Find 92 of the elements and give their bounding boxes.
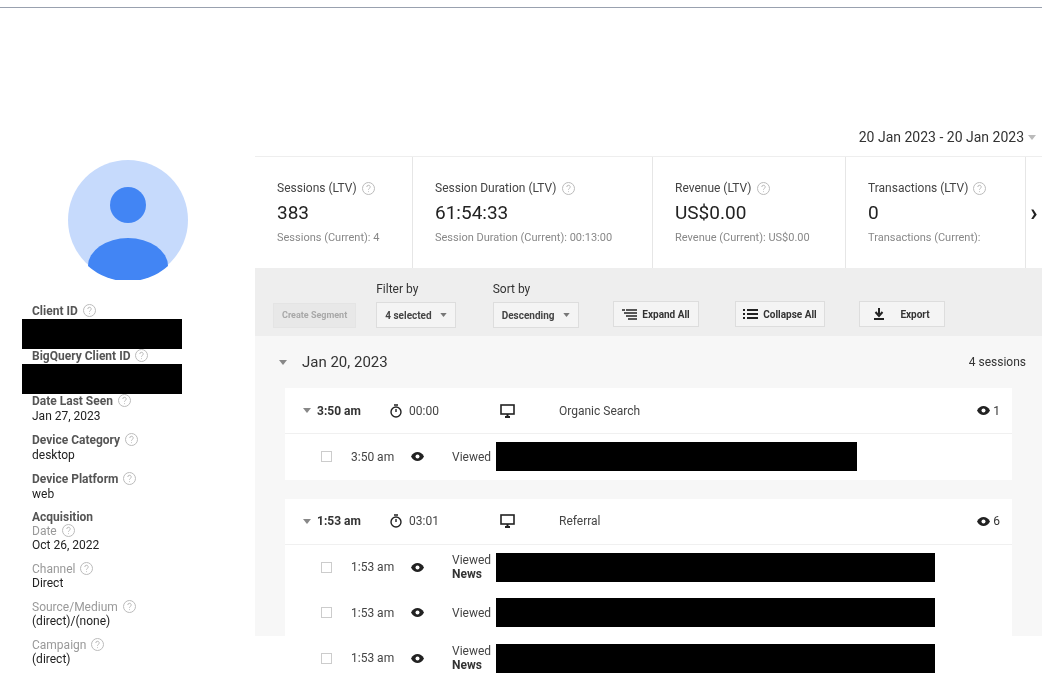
field-label: Device Category <box>32 433 121 447</box>
next-button[interactable]: › <box>1026 157 1042 268</box>
help-icon[interactable] <box>80 562 94 575</box>
help-icon[interactable] <box>122 600 136 613</box>
metric-subtitle: Transactions (Current): <box>868 230 982 246</box>
desktop-icon <box>500 403 515 418</box>
stopwatch-icon <box>390 514 402 528</box>
session-duration: 03:01 <box>409 513 440 530</box>
eye-icon <box>411 653 424 663</box>
sort-dropdown[interactable]: Descending <box>492 302 579 328</box>
checkbox[interactable] <box>321 561 332 573</box>
metric-subtitle: Sessions (Current): 4 <box>277 230 381 246</box>
avatar-icon <box>67 160 188 280</box>
session-channel: Referral <box>559 513 601 530</box>
field-value: (direct) <box>32 652 71 667</box>
metric-label: Revenue (LTV) <box>675 180 752 197</box>
help-icon[interactable] <box>61 524 75 537</box>
help-icon[interactable] <box>135 349 149 362</box>
field-label: Client ID <box>32 304 78 318</box>
view-count: 6 <box>993 513 1000 530</box>
hit-title: Viewed <box>452 449 493 464</box>
checkbox[interactable] <box>321 607 332 619</box>
help-icon[interactable] <box>561 181 575 195</box>
field-label: Date <box>32 524 57 538</box>
help-icon[interactable] <box>125 433 139 446</box>
field-label: Channel <box>32 562 76 576</box>
field-label: Acquisition <box>32 510 94 524</box>
metric-label: Sessions (LTV) <box>277 180 357 197</box>
session-duration: 00:00 <box>409 402 440 420</box>
dropdown-label: Sort by <box>492 281 532 298</box>
session-time: 1:53 am <box>317 513 362 530</box>
list-icon <box>742 308 759 320</box>
field-value: (direct)/(none) <box>32 614 112 629</box>
metric-value: 383 <box>277 201 311 225</box>
view-count: 1 <box>993 402 1000 420</box>
field-label: Source/Medium <box>32 600 118 614</box>
collapse-button[interactable]: Collapse All <box>734 301 825 327</box>
filter-dropdown[interactable]: 4 selected <box>376 302 456 328</box>
metric-subtitle: Revenue (Current): US$0.00 <box>675 230 811 246</box>
hit-site: News <box>452 658 483 673</box>
caret-icon <box>1028 135 1036 140</box>
checkbox[interactable] <box>321 451 332 463</box>
field-value: web <box>32 487 56 502</box>
hit-title: Viewed <box>452 553 493 568</box>
help-icon[interactable] <box>756 181 770 195</box>
help-icon[interactable] <box>973 181 987 195</box>
day-date: Jan 20, 2023 <box>302 351 388 373</box>
field-value: desktop <box>32 448 76 463</box>
metric-value: US$0.00 <box>675 201 748 225</box>
eye-icon <box>977 516 991 526</box>
export-button[interactable]: Export <box>858 301 945 327</box>
hit-title: Viewed <box>452 605 493 620</box>
session-count: 4 sessions <box>968 354 1026 371</box>
stopwatch-icon <box>390 403 402 418</box>
field-value: Jan 27, 2023 <box>32 409 102 424</box>
eye-icon <box>411 452 424 462</box>
hit-time: 1:53 am <box>351 650 396 668</box>
help-icon[interactable] <box>82 304 96 317</box>
help-icon[interactable] <box>123 472 137 485</box>
field-label: Device Platform <box>32 472 119 486</box>
eye-icon <box>411 562 424 572</box>
help-icon[interactable] <box>117 394 131 407</box>
field-value: Oct 26, 2022 <box>32 538 101 553</box>
help-icon[interactable] <box>91 638 105 651</box>
metric-subtitle: Session Duration (Current): 00:13:00 <box>435 230 614 246</box>
session-channel: Organic Search <box>559 402 641 420</box>
date-range-dropdown[interactable]: 20 Jan 2023 - 20 Jan 2023 <box>854 127 1040 148</box>
session-time: 3:50 am <box>317 402 362 420</box>
metric-value: 0 <box>868 201 880 225</box>
caret-icon <box>439 313 447 317</box>
hit-time: 3:50 am <box>351 448 396 466</box>
expand-button[interactable]: Expand All <box>612 301 699 327</box>
field-label: BigQuery Client ID <box>32 349 131 363</box>
metric-value: 61:54:33 <box>435 201 510 225</box>
help-icon[interactable] <box>361 181 375 195</box>
caret-icon <box>562 313 570 317</box>
field-value: Direct <box>32 576 65 591</box>
hit-time: 1:53 am <box>351 604 396 622</box>
expand-icon <box>621 308 638 320</box>
field-label: Campaign <box>32 638 87 652</box>
hit-title: Viewed <box>452 644 493 659</box>
field-label: Date Last Seen <box>32 394 113 408</box>
download-icon <box>873 308 886 320</box>
metric-label: Session Duration (LTV) <box>435 180 557 197</box>
desktop-icon <box>500 514 515 528</box>
eye-icon <box>977 406 991 415</box>
hit-site: News <box>452 567 483 582</box>
metric-label: Transactions (LTV) <box>868 180 969 197</box>
hit-time: 1:53 am <box>351 559 396 577</box>
checkbox[interactable] <box>321 652 332 664</box>
dropdown-label: Filter by <box>376 281 420 298</box>
eye-icon <box>411 608 424 618</box>
